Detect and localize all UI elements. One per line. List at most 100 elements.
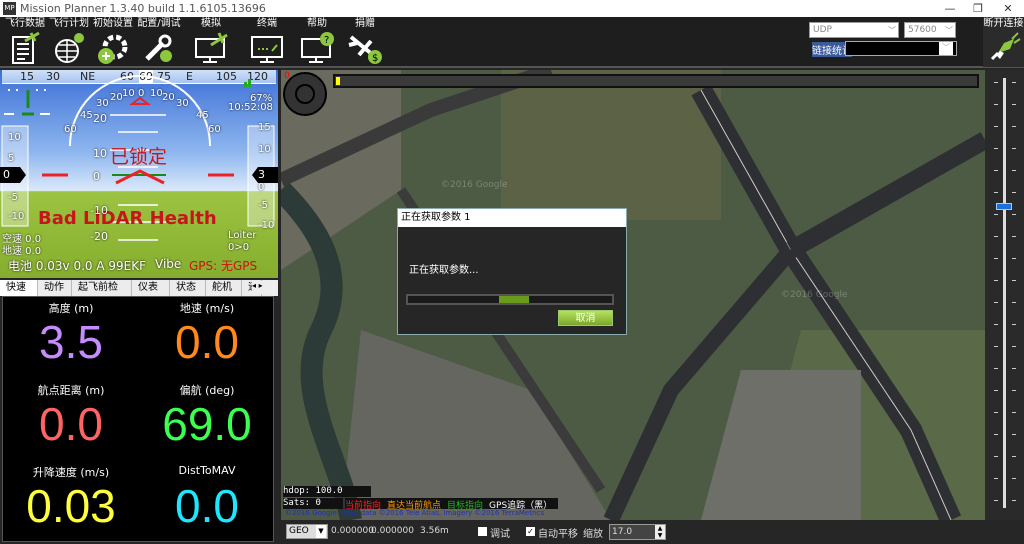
toolbar-help[interactable]: 帮助 ? <box>294 17 340 67</box>
terminal-icon <box>251 36 283 63</box>
sats-readout: Sats: 0 <box>283 498 343 509</box>
slider-tick <box>994 236 998 237</box>
altitude-tick: 10 <box>258 144 271 155</box>
altitude-tick: 15 <box>258 122 271 133</box>
debug-checkbox[interactable] <box>478 527 487 536</box>
roll-tick: 20 <box>110 92 123 103</box>
tab-scroll[interactable]: ◂ ▸ <box>252 281 276 294</box>
zoom-label: 缩放 <box>583 529 603 540</box>
roll-tick: 45 <box>196 110 209 121</box>
map-watermark: ©2016 Google <box>781 290 848 300</box>
groundspeed: 地速 0.0 <box>2 246 42 257</box>
autopan-checkbox[interactable]: ✓ <box>526 527 535 536</box>
toolbar-flight-plan[interactable]: 飞行计划 <box>48 17 90 67</box>
slider-tick <box>1012 478 1016 479</box>
arrow-right-icon[interactable]: ▸ <box>259 281 263 290</box>
protocol-select[interactable]: UDP ﹀ <box>809 22 899 38</box>
altitude-readout: 3.56m <box>420 526 449 536</box>
slider-tick <box>1012 214 1016 215</box>
tab-1[interactable]: 动作 <box>38 280 72 296</box>
toolbar-initial-setup[interactable]: 初始设置 <box>90 17 136 67</box>
slider-thumb[interactable] <box>996 203 1012 210</box>
map-view[interactable]: 0 ©2016 Google ©2016 Google hdop: 100.0 … <box>281 70 985 520</box>
toolbar-simulation[interactable]: 模拟 <box>186 17 236 67</box>
minimize-button[interactable]: — <box>936 0 964 17</box>
toolbar-label: 飞行计划 <box>49 18 89 29</box>
hdop-readout: hdop: 100.0 <box>283 486 371 497</box>
slider-tick <box>1012 258 1016 259</box>
throttle-label: 0 <box>284 71 290 81</box>
vibe-label[interactable]: Vibe <box>155 257 181 271</box>
speed-tick: -5 <box>8 192 18 203</box>
arrow-left-icon[interactable]: ◂ <box>252 281 256 290</box>
slider-tick <box>1012 500 1016 501</box>
slider-tick <box>994 434 998 435</box>
slider-tick <box>994 280 998 281</box>
maximize-button[interactable]: ❐ <box>964 0 992 17</box>
slider-tick <box>994 302 998 303</box>
quick-label: 升降速度 (m/s) <box>32 466 110 479</box>
roll-tick: 30 <box>176 98 189 109</box>
help-icon: ? <box>301 32 334 63</box>
dialog-message: 正在获取参数... <box>409 265 479 276</box>
slider-tick <box>994 390 998 391</box>
toolbar-donate[interactable]: 捐赠 $ <box>342 17 388 67</box>
baud-select[interactable]: 57600 ﹀ <box>904 22 956 38</box>
title-bar: MP Mission Planner 1.3.40 build 1.1.6105… <box>0 0 1024 17</box>
altitude-tick: -5 <box>258 200 268 211</box>
quick-value: 0.0 <box>175 316 239 368</box>
toolbar-label: 帮助 <box>307 18 327 29</box>
gps-status: GPS: 无GPS <box>189 259 258 273</box>
simulation-icon <box>195 32 228 63</box>
config-tuning-icon <box>145 34 172 62</box>
disconnect-button[interactable]: 断开连接 <box>983 17 1024 67</box>
plug-icon <box>990 32 1021 61</box>
slider-tick <box>994 148 998 149</box>
slider-tick <box>994 412 998 413</box>
dialog-title: 正在获取参数 1 <box>398 209 626 227</box>
coord-system-select[interactable]: GEO ▼ <box>286 524 328 539</box>
fetching-params-dialog: 正在获取参数 1 正在获取参数... 取消 <box>397 208 627 335</box>
pitch-tick: 0 <box>93 170 100 183</box>
pitch-tick: 10 <box>93 147 107 160</box>
speed-tick: -10 <box>8 211 25 222</box>
toolbar-config-tuning[interactable]: 配置/调试 <box>136 17 182 67</box>
slider-tick <box>994 368 998 369</box>
tab-4[interactable]: 状态 <box>170 280 206 296</box>
top-progress-bar <box>333 74 979 88</box>
toolbar-terminal[interactable]: 终端 <box>242 17 292 67</box>
svg-text:$: $ <box>372 53 378 64</box>
tab-2[interactable]: 起飞前检查 <box>72 280 132 309</box>
slider-tick <box>994 258 998 259</box>
slider-tick <box>994 170 998 171</box>
tab-5[interactable]: 舵机 <box>206 280 242 296</box>
pitch-tick: -20 <box>90 230 108 243</box>
slider-tick <box>994 192 998 193</box>
slider-tick <box>994 500 998 501</box>
quick-value: 0.0 <box>39 398 103 450</box>
speed-tick: 5 <box>8 153 15 164</box>
tab-0[interactable]: 快速 <box>0 280 38 296</box>
speed-tick: 10 <box>8 132 21 143</box>
map-copyright: ©2016 Google - Map data ©2016 Tele Atlas… <box>285 509 545 517</box>
altitude-value: 3 <box>258 168 265 181</box>
zoom-slider[interactable] <box>985 70 1024 520</box>
close-button[interactable]: ✕ <box>994 0 1022 17</box>
toolbar-flight-data[interactable]: 飞行数据 <box>2 17 48 67</box>
link-stats-select[interactable]: ﹀ <box>845 41 957 56</box>
donate-icon: $ <box>348 35 382 64</box>
longitude: 0.000000 <box>371 526 414 536</box>
zoom-input[interactable]: 17.0 ▲ ▼ <box>609 524 666 540</box>
slider-tick <box>1012 390 1016 391</box>
tab-3[interactable]: 仪表 <box>132 280 170 296</box>
progress-fill <box>498 296 529 303</box>
roll-tick: 60 <box>64 124 77 135</box>
slider-tick <box>994 478 998 479</box>
spinner-icon[interactable]: ▲ ▼ <box>655 525 665 539</box>
roll-tick: 45 <box>80 110 93 121</box>
cancel-button[interactable]: 取消 <box>558 310 613 326</box>
pitch-tick: -10 <box>90 204 108 217</box>
slider-tick <box>1012 104 1016 105</box>
slider-tick <box>1012 236 1016 237</box>
roll-tick: 20 <box>162 92 175 103</box>
